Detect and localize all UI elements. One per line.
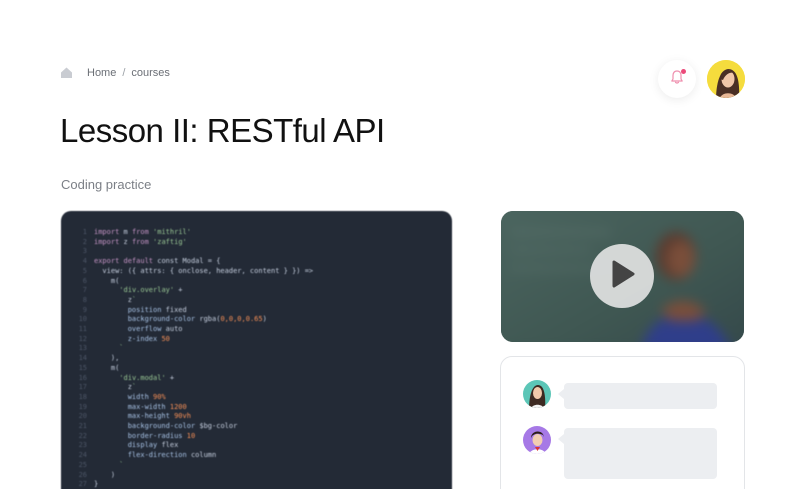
line-number: 21: [78, 422, 87, 430]
code-line: 11 overflow auto: [61, 324, 452, 334]
code-line: 24 flex-direction column: [61, 450, 452, 460]
line-number: 5: [82, 266, 87, 275]
breadcrumb-home-link[interactable]: Home: [87, 67, 116, 79]
code-text: 'div.overlay' +: [119, 286, 183, 295]
code-text: background-color rgba(0,0,0,0.65): [127, 315, 267, 324]
line-number: 8: [82, 295, 87, 304]
line-number: 7: [82, 286, 87, 295]
code-line: 23 display flex: [61, 440, 452, 450]
code-text: display flex: [127, 441, 179, 450]
breadcrumb: Home / courses: [60, 66, 170, 79]
home-icon[interactable]: [60, 66, 73, 79]
line-number: 14: [78, 354, 87, 363]
code-line: 6 m(: [61, 276, 452, 286]
page-title: Lesson II: RESTful API: [60, 112, 385, 149]
code-line: 22 border-radius 10: [61, 431, 452, 441]
code-text: m(: [94, 276, 120, 285]
code-text: z-index 50: [127, 334, 170, 343]
code-line: 15 m(: [61, 363, 452, 373]
section-subtitle: Coding practice: [61, 177, 152, 192]
line-number: 17: [78, 383, 87, 392]
code-text: flex-direction column: [127, 451, 217, 460]
code-line: 18 width 90%: [61, 392, 452, 402]
code-text: import z from 'zaftig': [94, 237, 187, 246]
line-number: 1: [82, 228, 87, 236]
line-number: 6: [82, 276, 87, 285]
code-text: }: [94, 480, 99, 489]
line-number: 4: [82, 257, 87, 266]
line-number: 25: [78, 460, 87, 469]
code-line: 10 background-color rgba(0,0,0,0.65): [61, 314, 452, 324]
code-line: 19 max-width 1200: [61, 402, 452, 412]
line-number: 3: [82, 247, 87, 256]
code-text: 'div.modal' +: [119, 373, 175, 382]
line-number: 10: [78, 315, 87, 324]
code-editor[interactable]: 1 import m from 'mithril' 2 import z from '…: [61, 211, 452, 489]
code-line: 3: [61, 246, 452, 256]
line-number: 12: [78, 334, 87, 343]
code-line: 4 export default const Modal = {: [61, 256, 452, 266]
code-text: export default const Modal = {: [94, 257, 221, 266]
code-text: `: [119, 344, 124, 353]
line-number: 9: [82, 305, 87, 314]
code-line: 25 `: [61, 460, 452, 470]
line-number: 2: [82, 237, 87, 246]
code-text: ): [94, 470, 116, 479]
line-number: 22: [78, 431, 87, 440]
code-line: 16 'div.modal' +: [61, 373, 452, 383]
line-number: 16: [78, 373, 87, 382]
chat-message-bubble: [558, 428, 717, 479]
chat-message-bubble: [558, 383, 717, 409]
code-line: 2 import z from 'zaftig': [61, 237, 452, 247]
line-number: 20: [78, 412, 87, 421]
code-line: 13 `: [61, 343, 452, 353]
play-icon: [608, 259, 636, 294]
code-text: max-width 1200: [127, 402, 187, 411]
line-number: 15: [78, 363, 87, 372]
code-line: 12 z-index 50: [61, 334, 452, 344]
code-text: import m from 'mithril': [94, 228, 191, 236]
code-text: overflow auto: [127, 325, 183, 333]
line-number: 11: [78, 325, 87, 333]
code-line: 9 position fixed: [61, 305, 452, 315]
chat-card: [500, 356, 745, 489]
code-text: `: [119, 460, 124, 469]
code-text: z`: [94, 295, 137, 304]
code-line: 14 ),: [61, 353, 452, 363]
breadcrumb-separator: /: [122, 66, 126, 79]
code-line: 5 view: ({ attrs: { onclose, header, con…: [61, 266, 452, 276]
code-text: ),: [94, 354, 120, 363]
code-text: background-color $bg-color: [127, 422, 238, 430]
line-number: 19: [78, 402, 87, 411]
code-line: 27}: [61, 479, 452, 489]
breadcrumb-current[interactable]: courses: [131, 67, 170, 79]
user-avatar[interactable]: [707, 60, 745, 98]
code-text: border-radius 10: [127, 431, 196, 440]
code-line: 21 background-color $bg-color: [61, 421, 452, 431]
man-avatar: [523, 426, 551, 454]
video-player[interactable]: [501, 211, 744, 342]
code-line: 1 import m from 'mithril': [61, 227, 452, 237]
code-line: 20 max-height 90vh: [61, 411, 452, 421]
line-number: 18: [78, 392, 87, 401]
play-button[interactable]: [590, 244, 654, 308]
code-line: 26 ): [61, 470, 452, 480]
line-number: 24: [78, 451, 87, 460]
woman-avatar: [523, 380, 551, 408]
code-text: m(: [94, 363, 120, 372]
code-line: 8 z`: [61, 295, 452, 305]
code-text: max-height 90vh: [127, 412, 191, 421]
code-line: 17 z`: [61, 382, 452, 392]
unread-dot: [681, 69, 686, 74]
code-text: position fixed: [127, 305, 187, 314]
code-text: z`: [94, 383, 137, 392]
notification-button[interactable]: [658, 60, 696, 98]
code-text: width 90%: [127, 392, 166, 401]
code-text: view: ({ attrs: { onclose, header, conte…: [94, 266, 314, 275]
line-number: 23: [78, 441, 87, 450]
line-number: 26: [78, 470, 87, 479]
code-line: 7 'div.overlay' +: [61, 285, 452, 295]
line-number: 13: [78, 344, 87, 353]
line-number: 27: [78, 480, 87, 489]
